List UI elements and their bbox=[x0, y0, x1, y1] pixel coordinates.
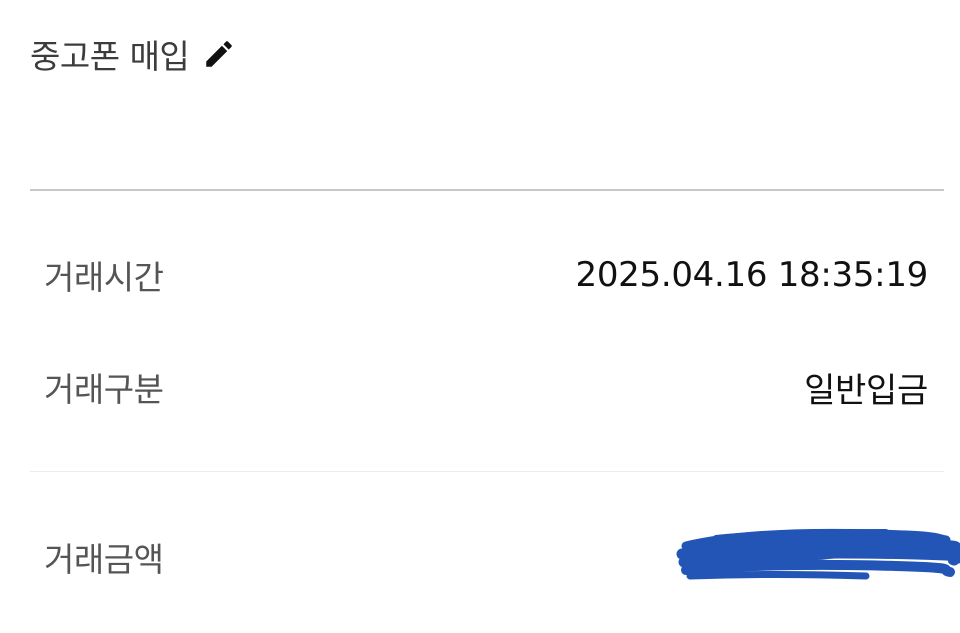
transaction-amount-label: 거래금액 bbox=[44, 540, 164, 579]
transaction-time-row: 거래시간 2025.04.16 18:35:19 bbox=[44, 248, 928, 302]
transaction-time-value: 2025.04.16 18:35:19 bbox=[575, 255, 929, 295]
redaction-scribble bbox=[676, 528, 960, 580]
memo-row: 중고폰 매입 bbox=[30, 28, 237, 80]
transaction-type-row: 거래구분 일반입금 bbox=[44, 360, 928, 414]
transaction-time-label: 거래시간 bbox=[44, 258, 164, 297]
transaction-type-label: 거래구분 bbox=[44, 370, 164, 409]
pencil-icon[interactable] bbox=[201, 36, 237, 72]
row-divider bbox=[30, 471, 944, 472]
transaction-type-value: 일반입금 bbox=[804, 370, 928, 411]
section-divider bbox=[30, 189, 944, 191]
memo-title: 중고폰 매입 bbox=[30, 37, 190, 76]
